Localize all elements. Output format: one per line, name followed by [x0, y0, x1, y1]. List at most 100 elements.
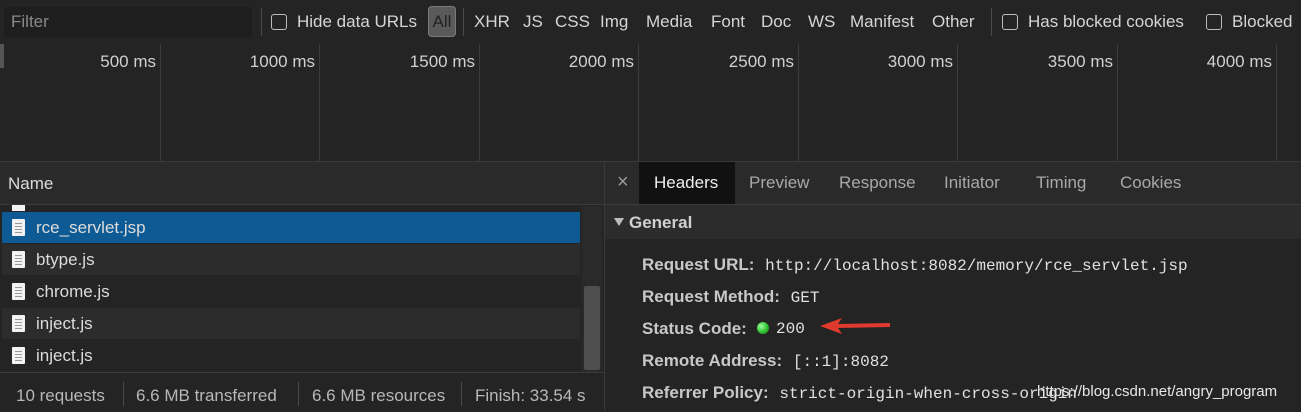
file-icon [12, 205, 25, 211]
timeline-tick-label: 2500 ms [728, 52, 794, 71]
name-column-label: Name [8, 174, 54, 193]
request-row[interactable]: btype.js [2, 244, 580, 275]
general-section-header[interactable]: General [605, 205, 1301, 239]
header-key: Referrer Policy: [642, 383, 769, 402]
header-row-request-url: Request URL: http://localhost:8082/memor… [642, 255, 1188, 275]
type-filter-font[interactable]: Font [711, 12, 745, 32]
resources-size: 6.6 MB resources [312, 386, 446, 405]
type-filter-all[interactable]: All [428, 6, 456, 37]
timeline-gridline [319, 44, 320, 161]
hide-data-urls-checkbox[interactable] [271, 14, 287, 30]
has-blocked-cookies-checkbox[interactable] [1002, 14, 1018, 30]
tab-headers[interactable]: Headers [639, 162, 735, 204]
timeline-overview[interactable]: 500 ms 1000 ms 1500 ms 2000 ms 2500 ms 3… [0, 44, 1301, 162]
request-name: chrome.js [36, 282, 110, 301]
type-filter-doc[interactable]: Doc [761, 12, 791, 32]
timeline-tick-label: 1500 ms [409, 52, 475, 71]
transferred-size: 6.6 MB transferred [136, 386, 277, 405]
request-name: inject.js [36, 346, 93, 365]
request-count: 10 requests [16, 386, 105, 405]
file-icon [12, 251, 25, 268]
name-column-header[interactable]: Name [0, 162, 604, 205]
tab-initiator[interactable]: Initiator [944, 173, 1000, 193]
request-name: rce_servlet.jsp [36, 218, 146, 237]
timeline-tick-label: 1000 ms [249, 52, 315, 71]
timeline-gridline [957, 44, 958, 161]
header-key: Request URL: [642, 255, 755, 274]
type-filter-js[interactable]: JS [523, 12, 543, 32]
type-filter-media[interactable]: Media [646, 12, 692, 32]
request-row[interactable]: rce_servlet.jsp [2, 212, 580, 243]
timeline-tick-label: 3500 ms [1047, 52, 1113, 71]
summary-divider [461, 382, 462, 406]
close-icon[interactable]: × [617, 171, 629, 194]
file-icon [12, 347, 25, 364]
file-icon [12, 315, 25, 332]
section-title: General [629, 213, 693, 232]
partially-hidden-row [2, 205, 580, 211]
type-filter-other[interactable]: Other [932, 12, 975, 32]
header-row-request-method: Request Method: GET [642, 287, 819, 307]
summary-divider [298, 382, 299, 406]
timeline-gridline [638, 44, 639, 161]
toolbar-divider [261, 8, 262, 36]
header-row-remote-address: Remote Address: [::1]:8082 [642, 351, 889, 371]
hide-data-urls-label: Hide data URLs [297, 12, 418, 31]
type-filter-ws[interactable]: WS [808, 12, 835, 32]
file-icon [12, 283, 25, 300]
type-filter-manifest[interactable]: Manifest [850, 12, 914, 32]
timeline-gridline [1276, 44, 1277, 161]
header-row-status-code: Status Code: 200 [642, 319, 805, 339]
header-value: GET [790, 289, 820, 307]
summary-divider [123, 382, 124, 406]
details-tab-bar: × Headers Preview Response Initiator Tim… [605, 162, 1301, 205]
timeline-gridline [160, 44, 161, 161]
request-row[interactable]: chrome.js [2, 276, 580, 307]
request-name: inject.js [36, 314, 93, 333]
header-value: http://localhost:8082/memory/rce_servlet… [765, 257, 1188, 275]
timeline-gridline [1117, 44, 1118, 161]
timeline-gridline [798, 44, 799, 161]
status-ok-indicator [757, 322, 769, 334]
request-row[interactable]: inject.js [2, 340, 580, 371]
timeline-tick-label: 4000 ms [1206, 52, 1272, 71]
tab-preview[interactable]: Preview [749, 173, 809, 193]
request-list: Name rce_servlet.jsp btype.js chrome.js … [0, 162, 605, 412]
triangle-down-icon [614, 218, 624, 226]
tab-timing[interactable]: Timing [1036, 173, 1086, 193]
filter-toolbar: Hide data URLs All XHR JS CSS Img Media … [0, 0, 1301, 45]
tab-headers-label: Headers [654, 173, 719, 192]
header-value: [::1]:8082 [792, 353, 889, 371]
request-row[interactable]: inject.js [2, 308, 580, 339]
type-filter-img[interactable]: Img [600, 12, 628, 32]
list-scrollbar-thumb[interactable] [584, 286, 600, 370]
header-key: Request Method: [642, 287, 780, 306]
timeline-tick-label: 3000 ms [887, 52, 953, 71]
blocked-requests-checkbox[interactable] [1206, 14, 1222, 30]
type-filter-css[interactable]: CSS [555, 12, 590, 32]
toolbar-divider [991, 8, 992, 36]
toolbar-divider [463, 8, 464, 36]
timeline-tick-label: 500 ms [100, 52, 156, 71]
tab-cookies[interactable]: Cookies [1120, 173, 1181, 193]
header-key: Status Code: [642, 319, 747, 338]
timeline-range-handle[interactable] [0, 44, 4, 68]
filter-input[interactable] [4, 7, 252, 37]
finish-time: Finish: 33.54 s [475, 386, 586, 405]
request-details-panel: × Headers Preview Response Initiator Tim… [605, 162, 1301, 411]
blocked-requests-label: Blocked [1232, 12, 1293, 31]
file-icon [12, 219, 25, 236]
watermark-text: https://blog.csdn.net/angry_program [1037, 383, 1278, 400]
has-blocked-cookies-label: Has blocked cookies [1028, 12, 1184, 31]
header-key: Remote Address: [642, 351, 783, 370]
timeline-tick-label: 2000 ms [568, 52, 634, 71]
network-summary-bar: 10 requests 6.6 MB transferred 6.6 MB re… [0, 372, 604, 412]
timeline-gridline [479, 44, 480, 161]
header-row-referrer-policy: Referrer Policy: strict-origin-when-cros… [642, 383, 1077, 403]
tab-response[interactable]: Response [839, 173, 916, 193]
header-value: strict-origin-when-cross-origin [779, 385, 1078, 403]
type-filter-xhr[interactable]: XHR [474, 12, 510, 32]
request-name: btype.js [36, 250, 95, 269]
annotation-arrow-icon [820, 318, 890, 334]
header-value: 200 [776, 320, 805, 338]
